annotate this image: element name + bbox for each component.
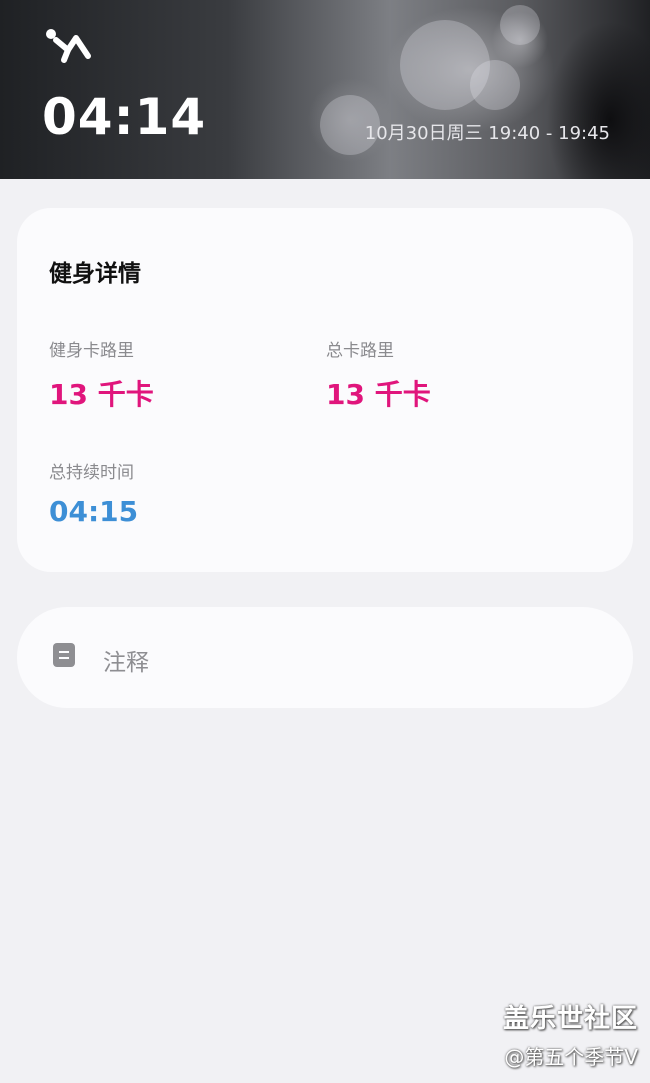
workout-duration: 04:14: [42, 88, 207, 146]
workout-datetime: 10月30日周三 19:40 - 19:45: [364, 123, 610, 144]
watermark: 盖乐世社区 @第五个季节V: [503, 998, 638, 1070]
stat-label: 总卡路里: [326, 341, 394, 361]
stat-label: 总持续时间: [49, 463, 134, 483]
running-person-icon: [46, 29, 91, 63]
note-label: 注释: [103, 650, 149, 676]
workout-header: 04:14 10月30日周三 19:40 - 19:45: [0, 0, 650, 179]
stat-label: 健身卡路里: [49, 341, 134, 361]
stat-value: 13 千卡: [326, 378, 431, 411]
watermark-main: 盖乐世社区: [502, 1004, 638, 1034]
watermark-sub: @第五个季节V: [504, 1045, 638, 1069]
stat-total-duration: 总持续时间 04:15: [49, 458, 138, 528]
card-title: 健身详情: [49, 261, 141, 287]
note-button[interactable]: 注释: [17, 607, 633, 708]
stat-total-calories: 总卡路里 13 千卡: [326, 336, 431, 413]
stat-active-calories: 健身卡路里 13 千卡: [49, 336, 154, 413]
bokeh-light: [470, 60, 520, 110]
stat-value: 04:15: [49, 495, 139, 528]
note-icon: [53, 643, 75, 667]
fitness-details-card: 健身详情 健身卡路里 13 千卡 总卡路里 13 千卡 总持续时间 04:15: [17, 208, 633, 572]
stat-value: 13 千卡: [49, 378, 154, 411]
bokeh-light: [500, 5, 540, 45]
